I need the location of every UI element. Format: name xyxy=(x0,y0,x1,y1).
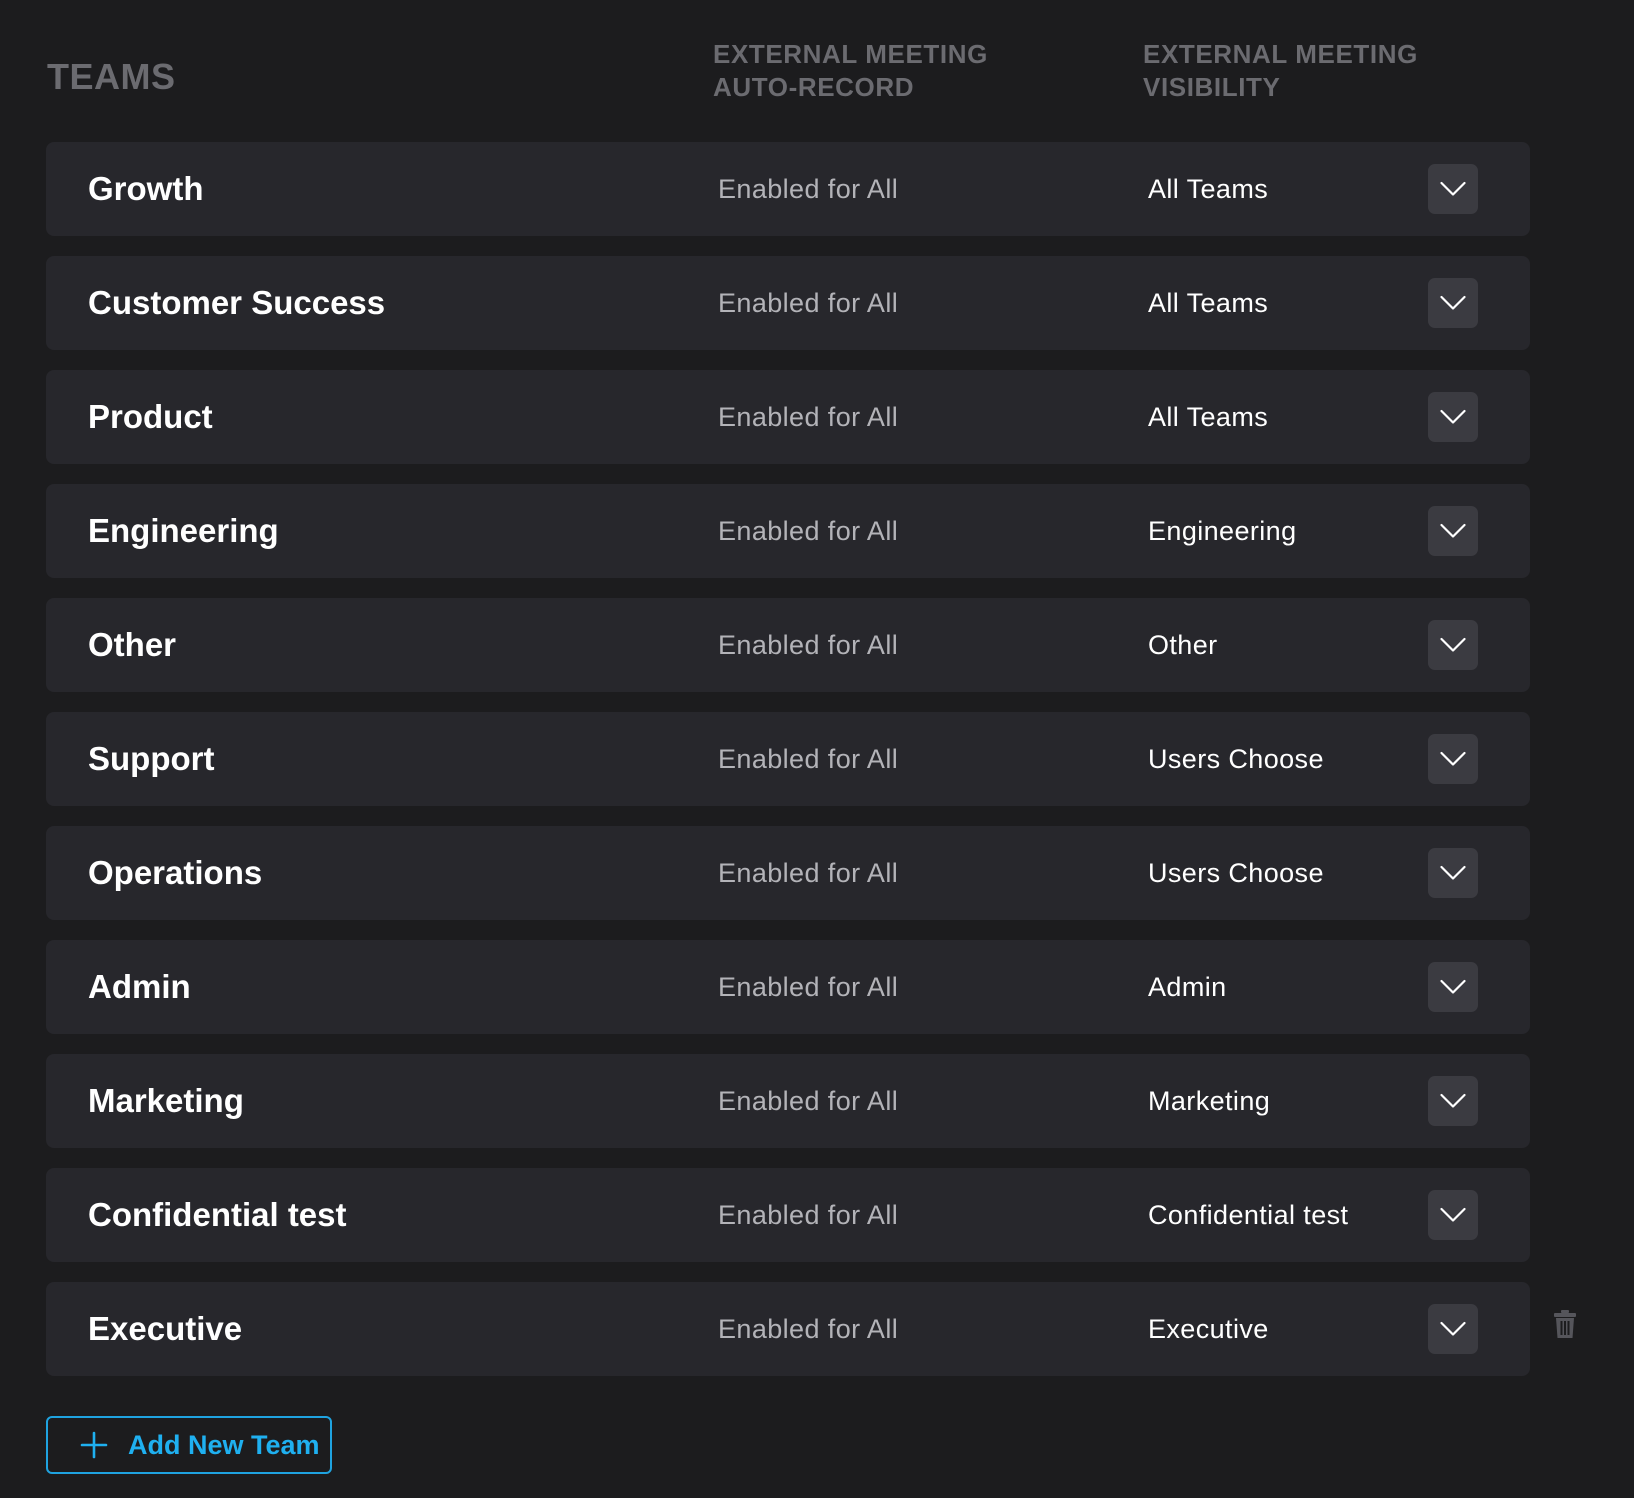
team-row: Other Enabled for All Other xyxy=(46,598,1530,692)
visibility-header-line1: EXTERNAL MEETING xyxy=(1143,39,1418,69)
team-row: Marketing Enabled for All Marketing xyxy=(46,1054,1530,1148)
visibility-dropdown-button[interactable] xyxy=(1428,1304,1478,1354)
chevron-down-icon xyxy=(1440,409,1466,424)
auto-record-header-line1: EXTERNAL MEETING xyxy=(713,39,988,69)
team-name: Admin xyxy=(88,968,191,1005)
team-name: Support xyxy=(88,740,215,777)
auto-record-value: Enabled for All xyxy=(718,972,899,1002)
auto-record-value: Enabled for All xyxy=(718,174,899,204)
visibility-value: All Teams xyxy=(1148,402,1269,432)
chevron-down-icon xyxy=(1440,523,1466,538)
chevron-down-icon xyxy=(1440,295,1466,310)
visibility-header-line2: VISIBILITY xyxy=(1143,72,1281,102)
teams-list: Growth Enabled for All All Teams Custome… xyxy=(46,142,1530,1396)
auto-record-value: Enabled for All xyxy=(718,1200,899,1230)
trash-icon xyxy=(1554,1310,1576,1338)
chevron-down-icon xyxy=(1440,979,1466,994)
visibility-dropdown-button[interactable] xyxy=(1428,620,1478,670)
chevron-down-icon xyxy=(1440,865,1466,880)
add-new-team-label: Add New Team xyxy=(128,1429,320,1460)
chevron-down-icon xyxy=(1440,637,1466,652)
auto-record-value: Enabled for All xyxy=(718,288,899,318)
add-new-team-button[interactable]: Add New Team xyxy=(46,1416,332,1474)
auto-record-header-line2: AUTO-RECORD xyxy=(713,72,915,102)
team-name: Marketing xyxy=(88,1082,244,1119)
team-name: Confidential test xyxy=(88,1196,347,1233)
team-name: Growth xyxy=(88,170,204,207)
team-row: Support Enabled for All Users Choose xyxy=(46,712,1530,806)
visibility-value: Engineering xyxy=(1148,516,1297,546)
team-name: Engineering xyxy=(88,512,279,549)
team-name: Customer Success xyxy=(88,284,386,321)
team-name: Product xyxy=(88,398,213,435)
visibility-value: Users Choose xyxy=(1148,858,1324,888)
auto-record-value: Enabled for All xyxy=(718,1086,899,1116)
visibility-dropdown-button[interactable] xyxy=(1428,734,1478,784)
visibility-dropdown-button[interactable] xyxy=(1428,1190,1478,1240)
chevron-down-icon xyxy=(1440,1207,1466,1222)
team-row: Executive Enabled for All Executive xyxy=(46,1282,1530,1376)
auto-record-value: Enabled for All xyxy=(718,744,899,774)
team-row: Engineering Enabled for All Engineering xyxy=(46,484,1530,578)
visibility-value: Users Choose xyxy=(1148,744,1324,774)
chevron-down-icon xyxy=(1440,1321,1466,1336)
team-row: Admin Enabled for All Admin xyxy=(46,940,1530,1034)
auto-record-value: Enabled for All xyxy=(718,858,899,888)
team-name: Other xyxy=(88,626,177,663)
visibility-value: All Teams xyxy=(1148,174,1269,204)
team-row: Operations Enabled for All Users Choose xyxy=(46,826,1530,920)
visibility-dropdown-button[interactable] xyxy=(1428,962,1478,1012)
auto-record-value: Enabled for All xyxy=(718,1314,899,1344)
visibility-value: Executive xyxy=(1148,1314,1269,1344)
table-header: TEAMS EXTERNAL MEETING AUTO-RECORD EXTER… xyxy=(0,0,1634,140)
plus-icon xyxy=(80,1431,108,1459)
visibility-dropdown-button[interactable] xyxy=(1428,392,1478,442)
visibility-value: Other xyxy=(1148,630,1218,660)
visibility-column-header: EXTERNAL MEETING VISIBILITY xyxy=(1143,38,1418,104)
visibility-value: All Teams xyxy=(1148,288,1269,318)
visibility-dropdown-button[interactable] xyxy=(1428,848,1478,898)
team-row: Customer Success Enabled for All All Tea… xyxy=(46,256,1530,350)
auto-record-value: Enabled for All xyxy=(718,630,899,660)
visibility-dropdown-button[interactable] xyxy=(1428,506,1478,556)
chevron-down-icon xyxy=(1440,1093,1466,1108)
auto-record-column-header: EXTERNAL MEETING AUTO-RECORD xyxy=(713,38,988,104)
visibility-value: Confidential test xyxy=(1148,1200,1349,1230)
visibility-dropdown-button[interactable] xyxy=(1428,278,1478,328)
visibility-dropdown-button[interactable] xyxy=(1428,164,1478,214)
team-row: Growth Enabled for All All Teams xyxy=(46,142,1530,236)
delete-team-button[interactable] xyxy=(1548,1306,1582,1342)
chevron-down-icon xyxy=(1440,181,1466,196)
team-row: Product Enabled for All All Teams xyxy=(46,370,1530,464)
visibility-value: Marketing xyxy=(1148,1086,1271,1116)
auto-record-value: Enabled for All xyxy=(718,516,899,546)
team-name: Operations xyxy=(88,854,263,891)
auto-record-value: Enabled for All xyxy=(718,402,899,432)
visibility-value: Admin xyxy=(1148,972,1227,1002)
teams-column-header: TEAMS xyxy=(47,56,176,97)
chevron-down-icon xyxy=(1440,751,1466,766)
team-name: Executive xyxy=(88,1310,243,1347)
team-row: Confidential test Enabled for All Confid… xyxy=(46,1168,1530,1262)
visibility-dropdown-button[interactable] xyxy=(1428,1076,1478,1126)
